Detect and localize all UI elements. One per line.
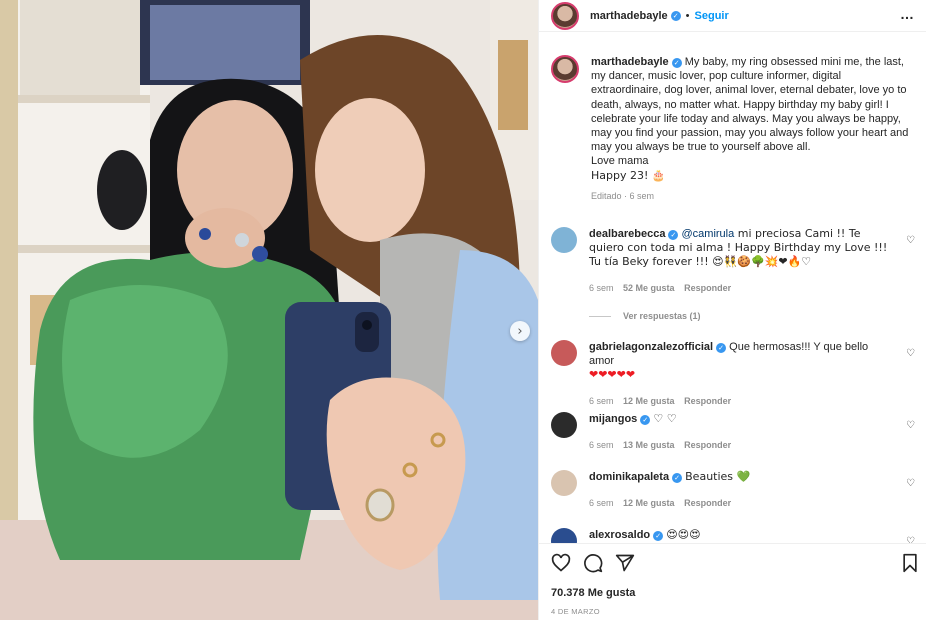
photo-illustration [0, 0, 538, 620]
reply-button[interactable]: Responder [684, 283, 731, 293]
likes-count[interactable]: 70.378 Me gusta [551, 587, 635, 599]
comment-item: mijangos ✓ ♡ ♡ 6 sem 13 Me gusta Responde… [551, 412, 921, 452]
verified-badge-icon: ✓ [716, 343, 727, 353]
caption-text: My baby, my ring obsessed mini me, the l… [591, 56, 909, 154]
verified-badge-icon: ✓ [668, 230, 679, 240]
separator-dot: • [685, 9, 690, 22]
caption-avatar[interactable] [551, 55, 579, 83]
comment-time: 6 sem [589, 396, 614, 406]
post-action-icons [551, 553, 647, 576]
comment-actions: 6 sem 52 Me gusta Responder [589, 281, 889, 295]
author-username[interactable]: marthadebayle [590, 10, 668, 22]
post-photo[interactable]: › [0, 0, 538, 620]
like-comment-heart-icon[interactable]: ♡ [906, 536, 915, 543]
comment-text: ♡ ♡ [653, 412, 677, 425]
follow-button[interactable]: Seguir [695, 10, 729, 22]
comment-body: dominikapaleta ✓ Beauties 💚 6 sem 12 Me g… [589, 470, 889, 510]
post-header: marthadebayle ✓ • Seguir … [539, 0, 926, 32]
caption-line-love: Love mama [591, 155, 649, 168]
comment-body: mijangos ✓ ♡ ♡ 6 sem 13 Me gusta Responde… [589, 412, 889, 452]
comment-bubble-icon[interactable] [583, 553, 603, 576]
comment-likes[interactable]: 12 Me gusta [623, 396, 675, 406]
comment-actions: 6 sem 12 Me gusta Responder [589, 394, 889, 408]
post-caption: marthadebayle ✓ My baby, my ring obsessed… [551, 55, 921, 203]
comment-body: gabrielagonzalezofficial ✓ Que hermosas!!… [589, 340, 889, 408]
author-avatar[interactable] [551, 1, 579, 30]
commenter-username[interactable]: mijangos [589, 413, 637, 425]
commenter-username[interactable]: gabrielagonzalezofficial [589, 341, 713, 353]
save-bookmark-icon[interactable] [901, 553, 919, 576]
verified-badge-icon: ✓ [653, 531, 664, 541]
reply-button[interactable]: Responder [684, 440, 731, 450]
comment-item: alexrosaldo ✓ 😍😍😍 ♡ [551, 528, 921, 543]
comment-hearts: ❤❤❤❤❤ [589, 368, 636, 381]
share-paper-plane-icon[interactable] [615, 553, 635, 576]
commenter-username[interactable]: dealbarebecca [589, 228, 665, 240]
verified-badge-icon: ✓ [672, 473, 683, 483]
caption-username[interactable]: marthadebayle [591, 56, 669, 68]
comment-mention[interactable]: @camirula [682, 228, 735, 240]
reply-button[interactable]: Responder [684, 396, 731, 406]
comment-likes[interactable]: 13 Me gusta [623, 440, 675, 450]
commenter-avatar[interactable] [551, 340, 577, 366]
comment-likes[interactable]: 52 Me gusta [623, 283, 675, 293]
verified-badge-icon: ✓ [640, 415, 651, 425]
comment-actions: 6 sem 13 Me gusta Responder [589, 438, 889, 452]
commenter-avatar[interactable] [551, 227, 577, 253]
more-options-icon[interactable]: … [900, 6, 915, 22]
post-side-panel: marthadebayle ✓ • Seguir … marthadebayle… [538, 0, 926, 620]
verified-badge-icon: ✓ [671, 58, 682, 68]
commenter-avatar[interactable] [551, 528, 577, 543]
comment-body: alexrosaldo ✓ 😍😍😍 [589, 528, 889, 543]
chevron-right-icon: › [517, 323, 523, 339]
like-comment-heart-icon[interactable]: ♡ [906, 235, 915, 246]
comment-time: 6 sem [589, 440, 614, 450]
comment-body: dealbarebecca ✓ @camirula mi preciosa Cam… [589, 227, 889, 295]
caption-meta: Editado · 6 sem [591, 190, 655, 201]
caption-text-block: marthadebayle ✓ My baby, my ring obsessed… [591, 55, 913, 203]
comment-item: dominikapaleta ✓ Beauties 💚 6 sem 12 Me g… [551, 470, 921, 510]
reply-button[interactable]: Responder [684, 498, 731, 508]
comment-item: dealbarebecca ✓ @camirula mi preciosa Cam… [551, 227, 921, 295]
comment-text: Beauties 💚 [685, 470, 751, 483]
commenter-avatar[interactable] [551, 412, 577, 438]
comments-list[interactable]: marthadebayle ✓ My baby, my ring obsessed… [539, 33, 926, 543]
commenter-avatar[interactable] [551, 470, 577, 496]
like-comment-heart-icon[interactable]: ♡ [906, 420, 915, 431]
view-replies-link[interactable]: Ver respuestas (1) [589, 311, 701, 321]
comment-likes[interactable]: 12 Me gusta [623, 498, 675, 508]
next-photo-button[interactable]: › [510, 321, 530, 341]
like-comment-heart-icon[interactable]: ♡ [906, 348, 915, 359]
instagram-post: › marthadebayle ✓ • Seguir … marthadebay… [0, 0, 926, 620]
post-date: 4 DE MARZO [551, 607, 600, 616]
comment-time: 6 sem [589, 498, 614, 508]
like-comment-heart-icon[interactable]: ♡ [906, 478, 915, 489]
caption-line-happy: Happy 23! 🎂 [591, 168, 666, 182]
post-footer: 70.378 Me gusta 4 DE MARZO [539, 543, 926, 620]
like-heart-icon[interactable] [551, 553, 571, 576]
comment-item: gabrielagonzalezofficial ✓ Que hermosas!!… [551, 340, 921, 408]
comment-time: 6 sem [589, 283, 614, 293]
verified-badge-icon: ✓ [670, 10, 681, 21]
commenter-username[interactable]: alexrosaldo [589, 529, 650, 541]
commenter-username[interactable]: dominikapaleta [589, 471, 669, 483]
comment-text: 😍😍😍 [666, 528, 701, 541]
comment-actions: 6 sem 12 Me gusta Responder [589, 496, 889, 510]
